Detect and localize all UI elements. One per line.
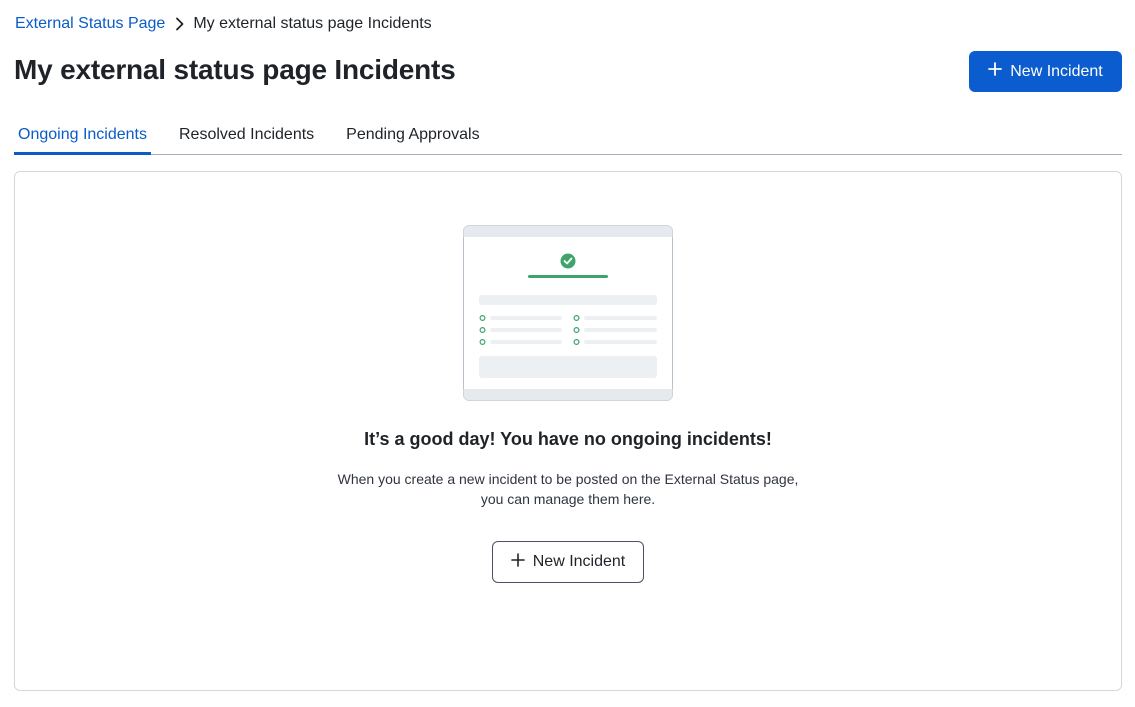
plus-icon <box>510 552 525 572</box>
breadcrumb: External Status Page My external status … <box>15 14 432 34</box>
page-title: My external status page Incidents <box>14 54 456 85</box>
plus-icon <box>988 62 1003 81</box>
incidents-panel: It’s a good day! You have no ongoing inc… <box>14 171 1122 691</box>
empty-state-description: When you create a new incident to be pos… <box>15 469 1121 509</box>
empty-state-new-incident-button[interactable]: New Incident <box>492 541 644 583</box>
breadcrumb-link-external-status-page[interactable]: External Status Page <box>15 14 165 34</box>
new-incident-button[interactable]: New Incident <box>969 51 1122 92</box>
tab-resolved-incidents[interactable]: Resolved Incidents <box>175 118 318 154</box>
empty-state-title: It’s a good day! You have no ongoing inc… <box>364 429 772 449</box>
empty-state-new-incident-button-label: New Incident <box>532 553 626 570</box>
tab-pending-approvals[interactable]: Pending Approvals <box>342 118 483 154</box>
empty-state-description-line-1: When you create a new incident to be pos… <box>337 471 799 487</box>
tab-ongoing-incidents[interactable]: Ongoing Incidents <box>14 118 151 155</box>
status-page-illustration <box>463 225 673 401</box>
breadcrumb-current: My external status page Incidents <box>193 15 432 32</box>
incident-tabs: Ongoing Incidents Resolved Incidents Pen… <box>14 118 1122 155</box>
chevron-right-icon <box>171 14 189 34</box>
empty-state-description-line-2: you can manage them here. <box>480 491 656 507</box>
new-incident-button-label: New Incident <box>1010 62 1103 80</box>
